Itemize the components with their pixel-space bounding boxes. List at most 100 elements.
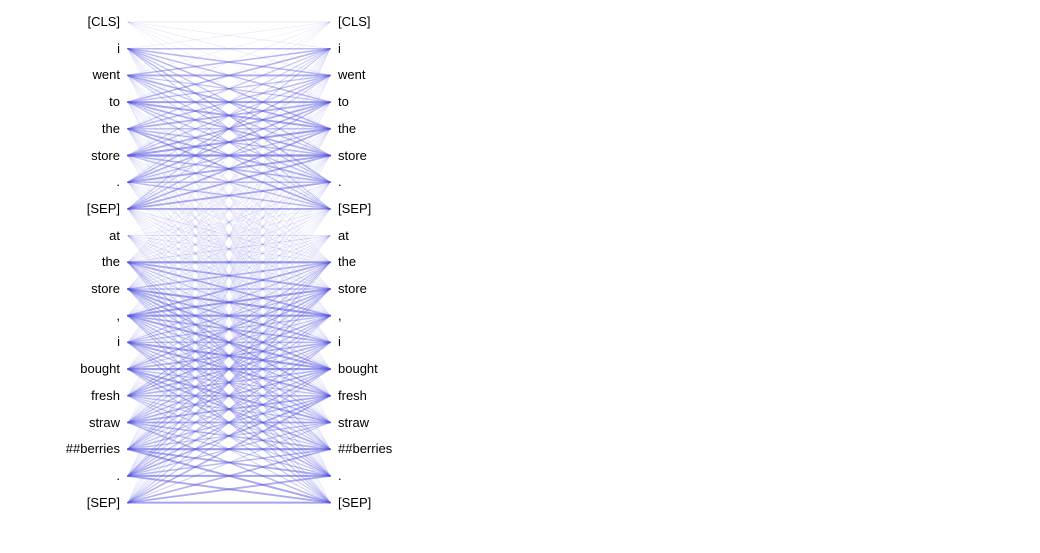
attention-line [128, 75, 330, 476]
attention-line [128, 182, 330, 396]
attention-line [128, 102, 330, 289]
attention-line [128, 102, 330, 449]
attention-line [128, 49, 330, 343]
attention-line [128, 75, 330, 155]
attention-line [128, 236, 330, 423]
attention-line [128, 182, 330, 396]
attention-line [128, 342, 330, 395]
left-token: store [91, 149, 120, 162]
left-token: . [116, 175, 120, 188]
attention-line [128, 289, 330, 503]
attention-line [128, 75, 330, 476]
attention-line [128, 156, 330, 343]
attention-line [128, 22, 330, 49]
attention-line [128, 156, 330, 503]
left-token: fresh [91, 389, 120, 402]
attention-line [128, 316, 330, 450]
attention-line [128, 289, 330, 476]
attention-line [128, 182, 330, 476]
attention-line [128, 342, 330, 422]
attention-line [128, 129, 330, 476]
attention-line [128, 129, 330, 182]
attention-line [128, 423, 330, 503]
attention-line [128, 262, 330, 342]
attention-line [128, 209, 330, 236]
attention-line [128, 289, 330, 342]
attention-line [128, 342, 330, 449]
attention-line [128, 289, 330, 369]
attention-line [128, 369, 330, 396]
attention-line [128, 289, 330, 316]
attention-lines-svg [0, 0, 1040, 553]
attention-line [128, 236, 330, 289]
attention-line [128, 49, 330, 316]
attention-line [128, 49, 330, 76]
attention-line [128, 316, 330, 503]
attention-line [128, 129, 330, 503]
attention-line [128, 156, 330, 209]
attention-line [128, 75, 330, 128]
attention-line [128, 75, 330, 315]
attention-line [128, 236, 330, 503]
attention-line [128, 49, 330, 129]
attention-line [128, 129, 330, 262]
attention-line [128, 22, 330, 129]
attention-line [128, 262, 330, 422]
attention-line [128, 342, 330, 502]
attention-line [128, 209, 330, 449]
attention-line [128, 369, 330, 396]
attention-line [128, 129, 330, 369]
attention-line [128, 423, 330, 476]
attention-line [128, 396, 330, 476]
attention-line [128, 75, 330, 395]
attention-line [128, 49, 330, 476]
attention-line [128, 75, 330, 289]
attention-line [128, 129, 330, 316]
attention-line [128, 129, 330, 449]
attention-line [128, 262, 330, 369]
attention-line [128, 342, 330, 369]
attention-line [128, 75, 330, 449]
attention-line [128, 342, 330, 502]
right-token: to [338, 95, 349, 108]
attention-line [128, 209, 330, 316]
attention-line [128, 236, 330, 450]
attention-line [128, 75, 330, 209]
attention-line [128, 75, 330, 369]
attention-line [128, 129, 330, 396]
attention-line [128, 209, 330, 449]
attention-line [128, 289, 330, 449]
right-token: store [338, 149, 367, 162]
attention-line [128, 156, 330, 370]
attention-line [128, 102, 330, 476]
attention-line [128, 22, 330, 156]
attention-line [128, 209, 330, 289]
attention-line [128, 396, 330, 423]
attention-line [128, 342, 330, 422]
attention-line [128, 49, 330, 450]
attention-line [128, 49, 330, 183]
attention-line [128, 236, 330, 503]
attention-line [128, 369, 330, 476]
attention-line [128, 316, 330, 450]
attention-line [128, 49, 330, 263]
attention-line [128, 49, 330, 102]
attention-line [128, 102, 330, 449]
attention-line [128, 289, 330, 396]
attention-line [128, 129, 330, 316]
attention-line [128, 22, 330, 102]
left-token: [CLS] [87, 15, 120, 28]
right-token: store [338, 282, 367, 295]
attention-line [128, 129, 330, 289]
attention-line [128, 316, 330, 476]
right-token: i [338, 42, 341, 55]
attention-line [128, 49, 330, 156]
attention-line [128, 156, 330, 396]
right-token: . [338, 469, 342, 482]
attention-line [128, 289, 330, 369]
attention-line [128, 49, 330, 183]
attention-line [128, 209, 330, 476]
attention-line [128, 75, 330, 289]
attention-line [128, 262, 330, 289]
attention-line [128, 156, 330, 316]
